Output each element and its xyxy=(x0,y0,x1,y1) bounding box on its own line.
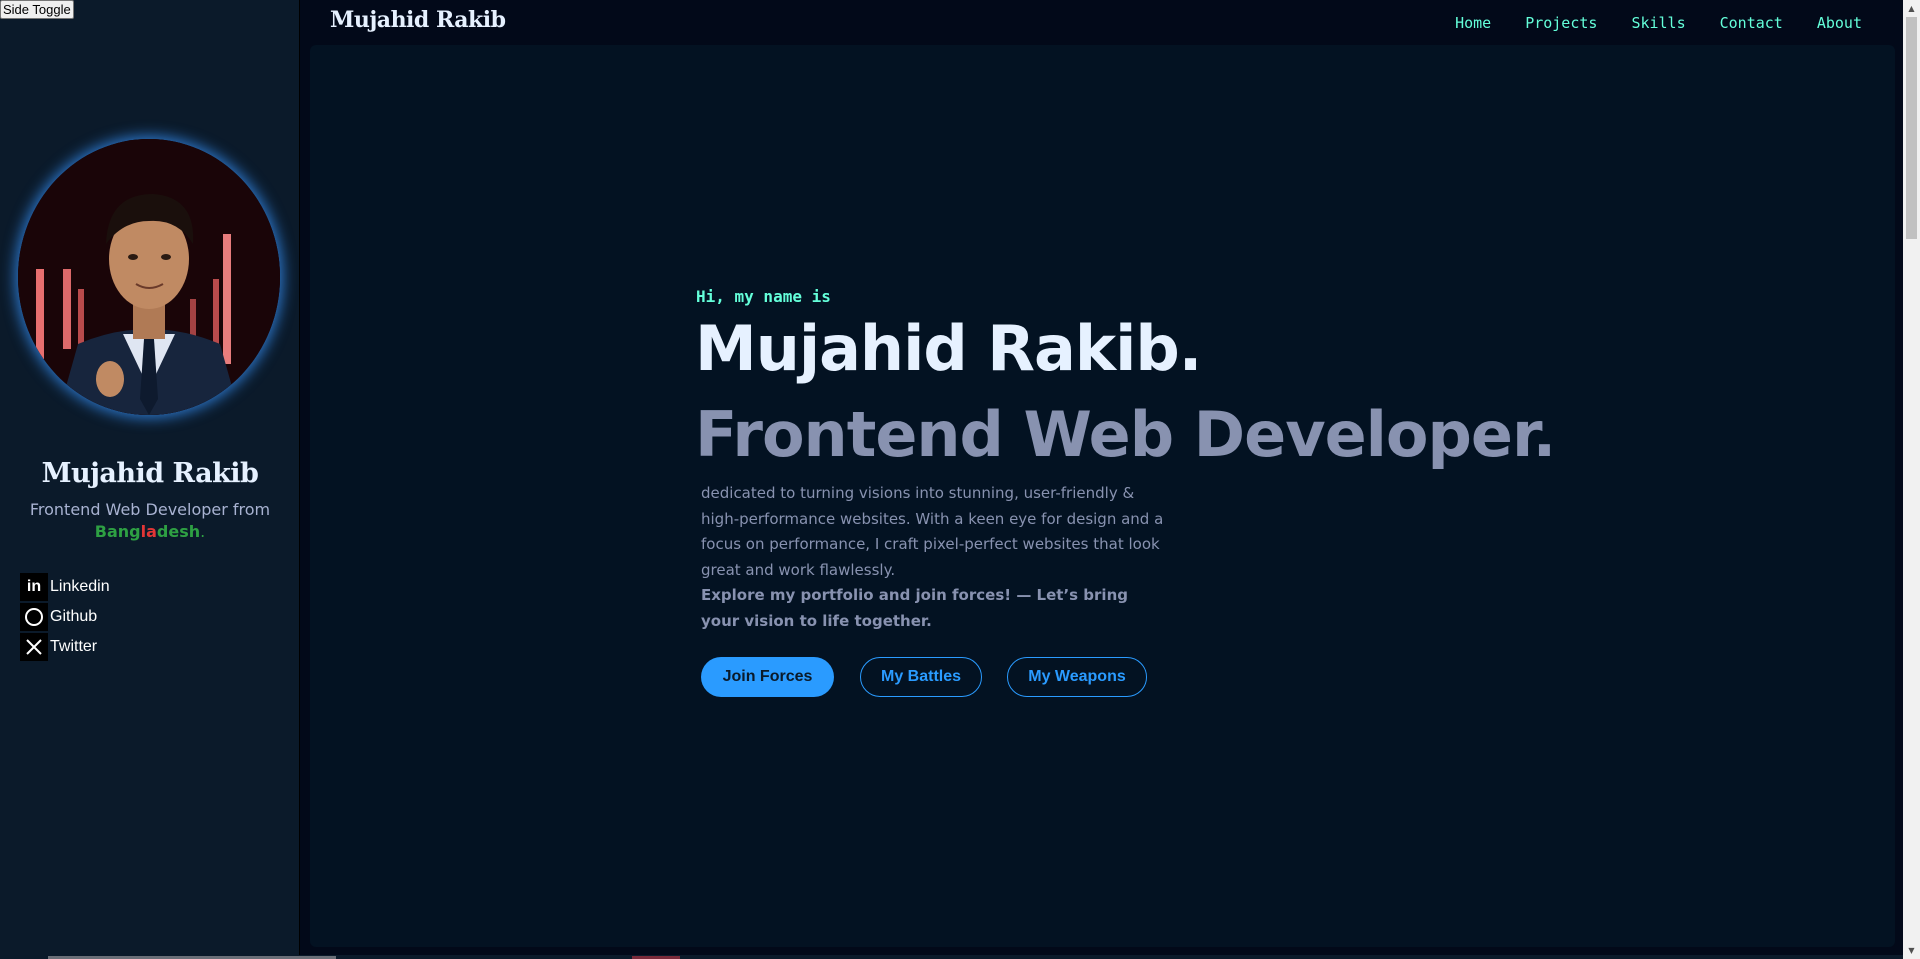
nav-about[interactable]: About xyxy=(1817,14,1862,32)
hero-role: Frontend Web Developer. xyxy=(695,398,1556,471)
nav-contact[interactable]: Contact xyxy=(1720,14,1783,32)
site-logo[interactable]: Mujahid Rakib xyxy=(330,7,506,33)
join-forces-button[interactable]: Join Forces xyxy=(701,657,834,697)
social-twitter[interactable]: Twitter xyxy=(20,632,110,662)
scroll-down-icon[interactable]: ▼ xyxy=(1903,942,1920,959)
scroll-up-icon[interactable]: ▲ xyxy=(1903,0,1920,17)
top-navbar: Mujahid Rakib Home Projects Skills Conta… xyxy=(300,0,1900,44)
sidebar: Mujahid Rakib Frontend Web Developer fro… xyxy=(0,0,300,959)
sidebar-subtitle: Frontend Web Developer from Bangladesh. xyxy=(29,500,271,541)
social-github[interactable]: Github xyxy=(20,602,110,632)
horizontal-scrollbar[interactable] xyxy=(0,955,1903,959)
profile-photo xyxy=(18,139,280,415)
cta-text: Explore my portfolio and join forces! — … xyxy=(701,586,1128,630)
side-toggle-button[interactable]: Side Toggle xyxy=(0,0,74,19)
profile-avatar xyxy=(18,139,280,415)
hero-greeting: Hi, my name is xyxy=(696,287,831,306)
main-nav: Home Projects Skills Contact About xyxy=(1421,14,1862,32)
github-icon xyxy=(20,603,48,631)
sidebar-name: Mujahid Rakib xyxy=(41,458,259,489)
linkedin-icon: in xyxy=(20,573,48,601)
social-label: Twitter xyxy=(50,638,98,655)
vertical-scrollbar[interactable]: ▲ ▼ xyxy=(1903,0,1920,959)
nav-home[interactable]: Home xyxy=(1455,14,1491,32)
hero-description: dedicated to turning visions into stunni… xyxy=(701,481,1171,634)
country-name: Bangladesh xyxy=(94,522,201,541)
nav-projects[interactable]: Projects xyxy=(1525,14,1597,32)
nav-skills[interactable]: Skills xyxy=(1631,14,1685,32)
social-label: Linkedin xyxy=(50,578,110,595)
my-weapons-button[interactable]: My Weapons xyxy=(1007,657,1147,697)
subtitle-text: Frontend Web Developer from xyxy=(29,500,271,519)
social-linkedin[interactable]: in Linkedin xyxy=(20,572,110,602)
hero-name: Mujahid Rakib. xyxy=(695,312,1202,385)
social-label: Github xyxy=(50,608,98,625)
scrollbar-thumb[interactable] xyxy=(1906,17,1917,239)
social-links: in Linkedin Github Twitter xyxy=(20,572,110,662)
my-battles-button[interactable]: My Battles xyxy=(860,657,982,697)
description-text: dedicated to turning visions into stunni… xyxy=(701,484,1164,579)
x-twitter-icon xyxy=(20,633,48,661)
